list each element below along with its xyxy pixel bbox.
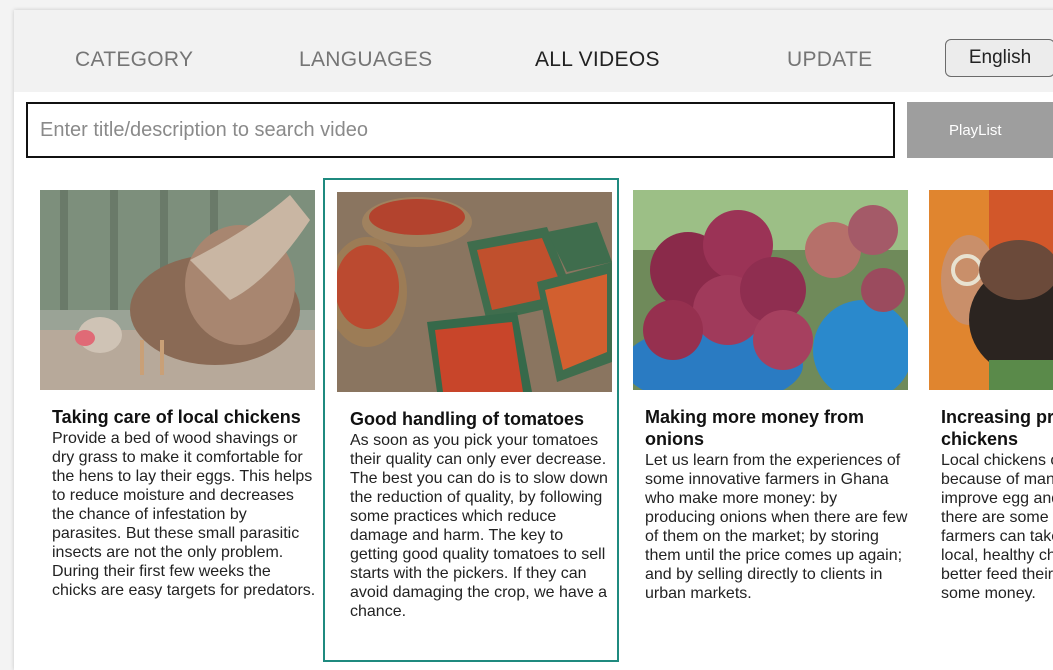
- tab-languages[interactable]: LANGUAGES: [299, 48, 432, 72]
- language-button[interactable]: English: [945, 39, 1053, 77]
- tomatoes-image: [337, 192, 612, 392]
- playlist-button[interactable]: PlayList: [907, 102, 1053, 158]
- search-input[interactable]: [26, 102, 895, 158]
- video-description: As soon as you pick your tomatoes their …: [350, 432, 608, 620]
- top-nav: CATEGORY LANGUAGES ALL VIDEOS UPDATE Eng…: [14, 10, 1053, 92]
- video-title: Making more money from onions: [645, 407, 865, 449]
- main-panel: CATEGORY LANGUAGES ALL VIDEOS UPDATE Eng…: [14, 10, 1053, 670]
- video-card[interactable]: Increasing production of local chickens …: [917, 178, 1053, 662]
- tab-category[interactable]: CATEGORY: [75, 48, 193, 72]
- video-card[interactable]: Making more money from onions Let us lea…: [621, 178, 917, 662]
- video-title: Taking care of local chickens: [52, 407, 301, 427]
- video-title: Good handling of tomatoes: [350, 409, 584, 429]
- video-description: Local chickens often raise few chicks be…: [941, 452, 1053, 602]
- tab-update[interactable]: UPDATE: [787, 48, 872, 72]
- video-title: Increasing production of local chickens: [941, 407, 1053, 449]
- video-description: Provide a bed of wood shavings or dry gr…: [52, 430, 316, 599]
- tab-all-videos[interactable]: ALL VIDEOS: [535, 48, 660, 72]
- hand-chicken-image: [929, 190, 1053, 390]
- video-description: Let us learn from the experiences of som…: [645, 452, 908, 602]
- onions-image: [633, 190, 908, 390]
- chicken-image: [40, 190, 315, 390]
- video-card-selected[interactable]: Good handling of tomatoes As soon as you…: [323, 178, 619, 662]
- video-card[interactable]: Taking care of local chickens Provide a …: [28, 178, 324, 662]
